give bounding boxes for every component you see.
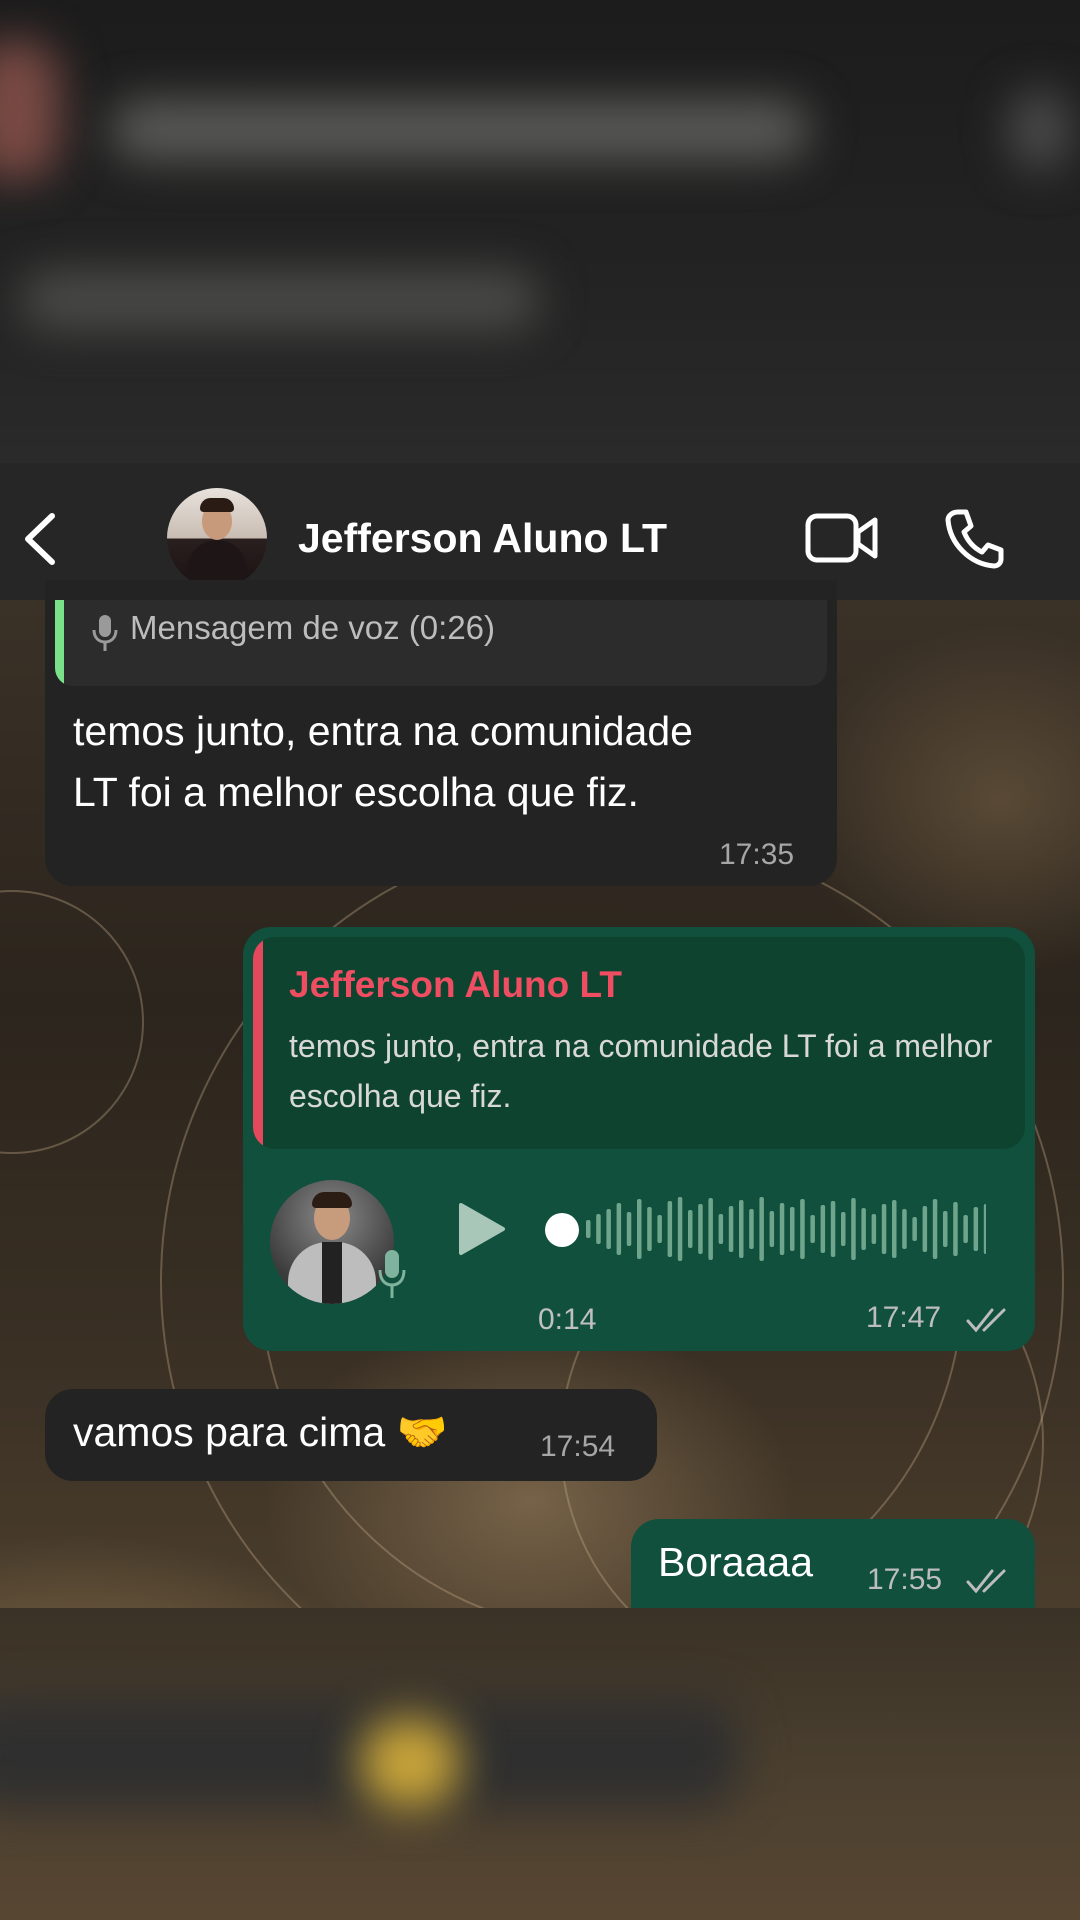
- waveform-bar: [637, 1199, 642, 1259]
- video-camera-icon: [805, 513, 878, 563]
- waveform-bar: [953, 1202, 958, 1256]
- chevron-left-icon: [25, 513, 55, 565]
- waveform-bar: [759, 1197, 764, 1261]
- contact-avatar[interactable]: [167, 488, 267, 588]
- waveform-bar: [881, 1204, 887, 1254]
- double-check-icon: [966, 1567, 1010, 1595]
- blurred-background-top: [0, 0, 1080, 463]
- waveform-bar: [698, 1204, 703, 1254]
- waveform-bar: [647, 1207, 652, 1251]
- waveform-bar: [932, 1199, 938, 1259]
- play-icon: [459, 1203, 505, 1255]
- waveform-bar: [688, 1210, 693, 1248]
- waveform-bar: [779, 1203, 785, 1255]
- waveform-bar: [626, 1212, 632, 1246]
- voice-duration: 0:14: [538, 1303, 597, 1336]
- voice-call-button[interactable]: [944, 506, 1004, 570]
- reply-text: temos junto, entra na comunidade LT foi …: [289, 1028, 993, 1114]
- play-button[interactable]: [455, 1201, 507, 1257]
- message-text-line: LT foi a melhor escolha que fiz.: [73, 769, 639, 815]
- waveform-bar: [708, 1198, 713, 1260]
- voice-waveform[interactable]: [546, 1196, 986, 1262]
- waveform-bar: [800, 1199, 805, 1259]
- waveform-bar: [667, 1201, 673, 1257]
- waveform-bar: [616, 1203, 622, 1255]
- message-time: 17:54: [540, 1430, 616, 1463]
- waveform-bar: [606, 1209, 611, 1249]
- mic-icon: [92, 614, 118, 652]
- mic-icon: [377, 1248, 407, 1300]
- waveform-bar: [871, 1214, 877, 1244]
- playback-scrubber[interactable]: [545, 1213, 579, 1247]
- waveform-bar: [596, 1214, 601, 1244]
- video-call-button[interactable]: [805, 510, 879, 566]
- waveform-bar: [902, 1209, 907, 1249]
- waveform-bar: [861, 1208, 866, 1250]
- waveform-bar: [728, 1206, 734, 1252]
- waveform-bar: [973, 1207, 979, 1251]
- message-text: Boraaaa: [658, 1539, 814, 1585]
- quoted-voice-label: Mensagem de voz (0:26): [130, 609, 496, 646]
- waveform-bar: [841, 1212, 846, 1246]
- waveform-bar: [892, 1200, 897, 1258]
- double-check-icon: [966, 1306, 1010, 1334]
- waveform-bar: [820, 1205, 826, 1253]
- waveform-bar: [718, 1214, 724, 1244]
- message-time: 17:47: [866, 1301, 942, 1334]
- contact-name[interactable]: Jefferson Aluno LT: [298, 515, 667, 562]
- waveform-bar: [830, 1201, 836, 1257]
- waveform-bar: [769, 1211, 775, 1247]
- waveform-bar: [943, 1211, 948, 1247]
- waveform-bar: [912, 1217, 917, 1241]
- waveform-bar: [739, 1200, 744, 1258]
- waveform-bar: [851, 1198, 856, 1260]
- back-button[interactable]: [18, 510, 64, 568]
- message-text-line: temos junto, entra na comunidade: [73, 708, 693, 754]
- phone-icon: [945, 509, 1004, 569]
- waveform-bar: [790, 1207, 795, 1251]
- waveform-bar: [810, 1215, 815, 1243]
- blurred-background-bottom: [0, 1608, 1080, 1920]
- waveform-bar: [983, 1204, 986, 1254]
- reply-author: Jefferson Aluno LT: [289, 964, 622, 1005]
- message-time: 17:35: [719, 838, 795, 871]
- waveform-bar: [922, 1206, 928, 1252]
- waveform-bar: [657, 1215, 662, 1243]
- waveform-bar: [586, 1220, 591, 1238]
- message-text: vamos para cima 🤝: [73, 1409, 448, 1455]
- waveform-bar: [677, 1197, 683, 1261]
- voice-sender-avatar: [270, 1180, 394, 1304]
- message-time: 17:55: [867, 1563, 943, 1596]
- waveform-bar: [749, 1209, 754, 1249]
- waveform-bar: [963, 1215, 968, 1243]
